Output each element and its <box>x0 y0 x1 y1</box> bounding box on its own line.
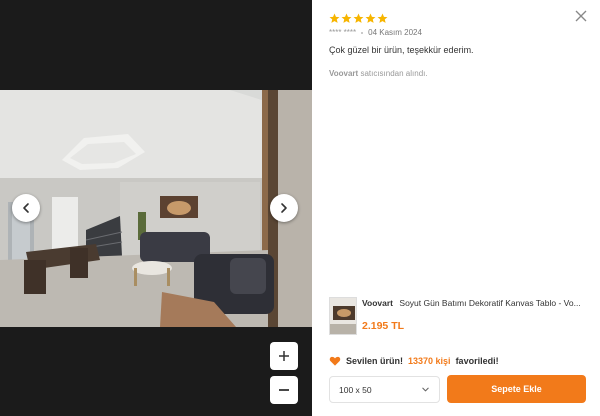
size-select[interactable]: 100 x 50 <box>329 376 440 403</box>
review-comment: Çok güzel bir ürün, teşekkür ederim. <box>329 45 474 55</box>
star-icon <box>365 13 376 23</box>
review-photo <box>0 90 312 327</box>
product-price: 2.195 TL <box>362 320 405 332</box>
seller-name[interactable]: Voovart <box>329 69 358 78</box>
favorite-prefix: Sevilen ürün! <box>346 356 404 366</box>
image-viewer <box>0 0 312 416</box>
heart-icon <box>329 356 341 366</box>
favorite-count: 13370 kişi <box>408 356 451 366</box>
plus-icon <box>279 351 289 361</box>
next-image-button[interactable] <box>270 194 298 222</box>
review-date: 04 Kasım 2024 <box>368 28 422 37</box>
zoom-out-button[interactable] <box>270 376 298 404</box>
review-meta: **** **** 04 Kasım 2024 <box>329 28 422 37</box>
favorite-info: Sevilen ürün! 13370 kişi favoriledi! <box>329 355 499 367</box>
star-icon <box>329 13 340 23</box>
seller-suffix: satıcısından alındı. <box>360 69 428 78</box>
separator-dot <box>361 31 364 34</box>
favorite-suffix: favoriledi! <box>455 356 499 366</box>
previous-image-button[interactable] <box>12 194 40 222</box>
product-card[interactable]: Voovart Soyut Gün Batımı Dekoratif Kanva… <box>329 297 591 337</box>
add-to-cart-button[interactable]: Sepete Ekle <box>447 375 586 403</box>
product-brand: Voovart <box>362 298 394 308</box>
close-icon[interactable] <box>574 9 588 23</box>
seller-info: Voovart satıcısından alındı. <box>329 69 428 78</box>
star-icon <box>377 13 388 23</box>
product-thumbnail <box>329 297 357 335</box>
size-select-value: 100 x 50 <box>339 384 372 395</box>
review-panel: **** **** 04 Kasım 2024 Çok güzel bir ür… <box>312 0 600 416</box>
product-name: Soyut Gün Batımı Dekoratif Kanvas Tablo … <box>399 298 581 308</box>
zoom-in-button[interactable] <box>270 342 298 370</box>
star-icon <box>341 13 352 23</box>
review-rating <box>329 13 388 24</box>
chevron-left-icon <box>23 203 29 213</box>
chevron-down-icon <box>422 387 429 392</box>
product-title[interactable]: Voovart Soyut Gün Batımı Dekoratif Kanva… <box>362 298 590 308</box>
minus-icon <box>279 389 289 391</box>
star-icon <box>353 13 364 23</box>
chevron-right-icon <box>281 203 287 213</box>
reviewer-name: **** **** <box>329 28 357 37</box>
